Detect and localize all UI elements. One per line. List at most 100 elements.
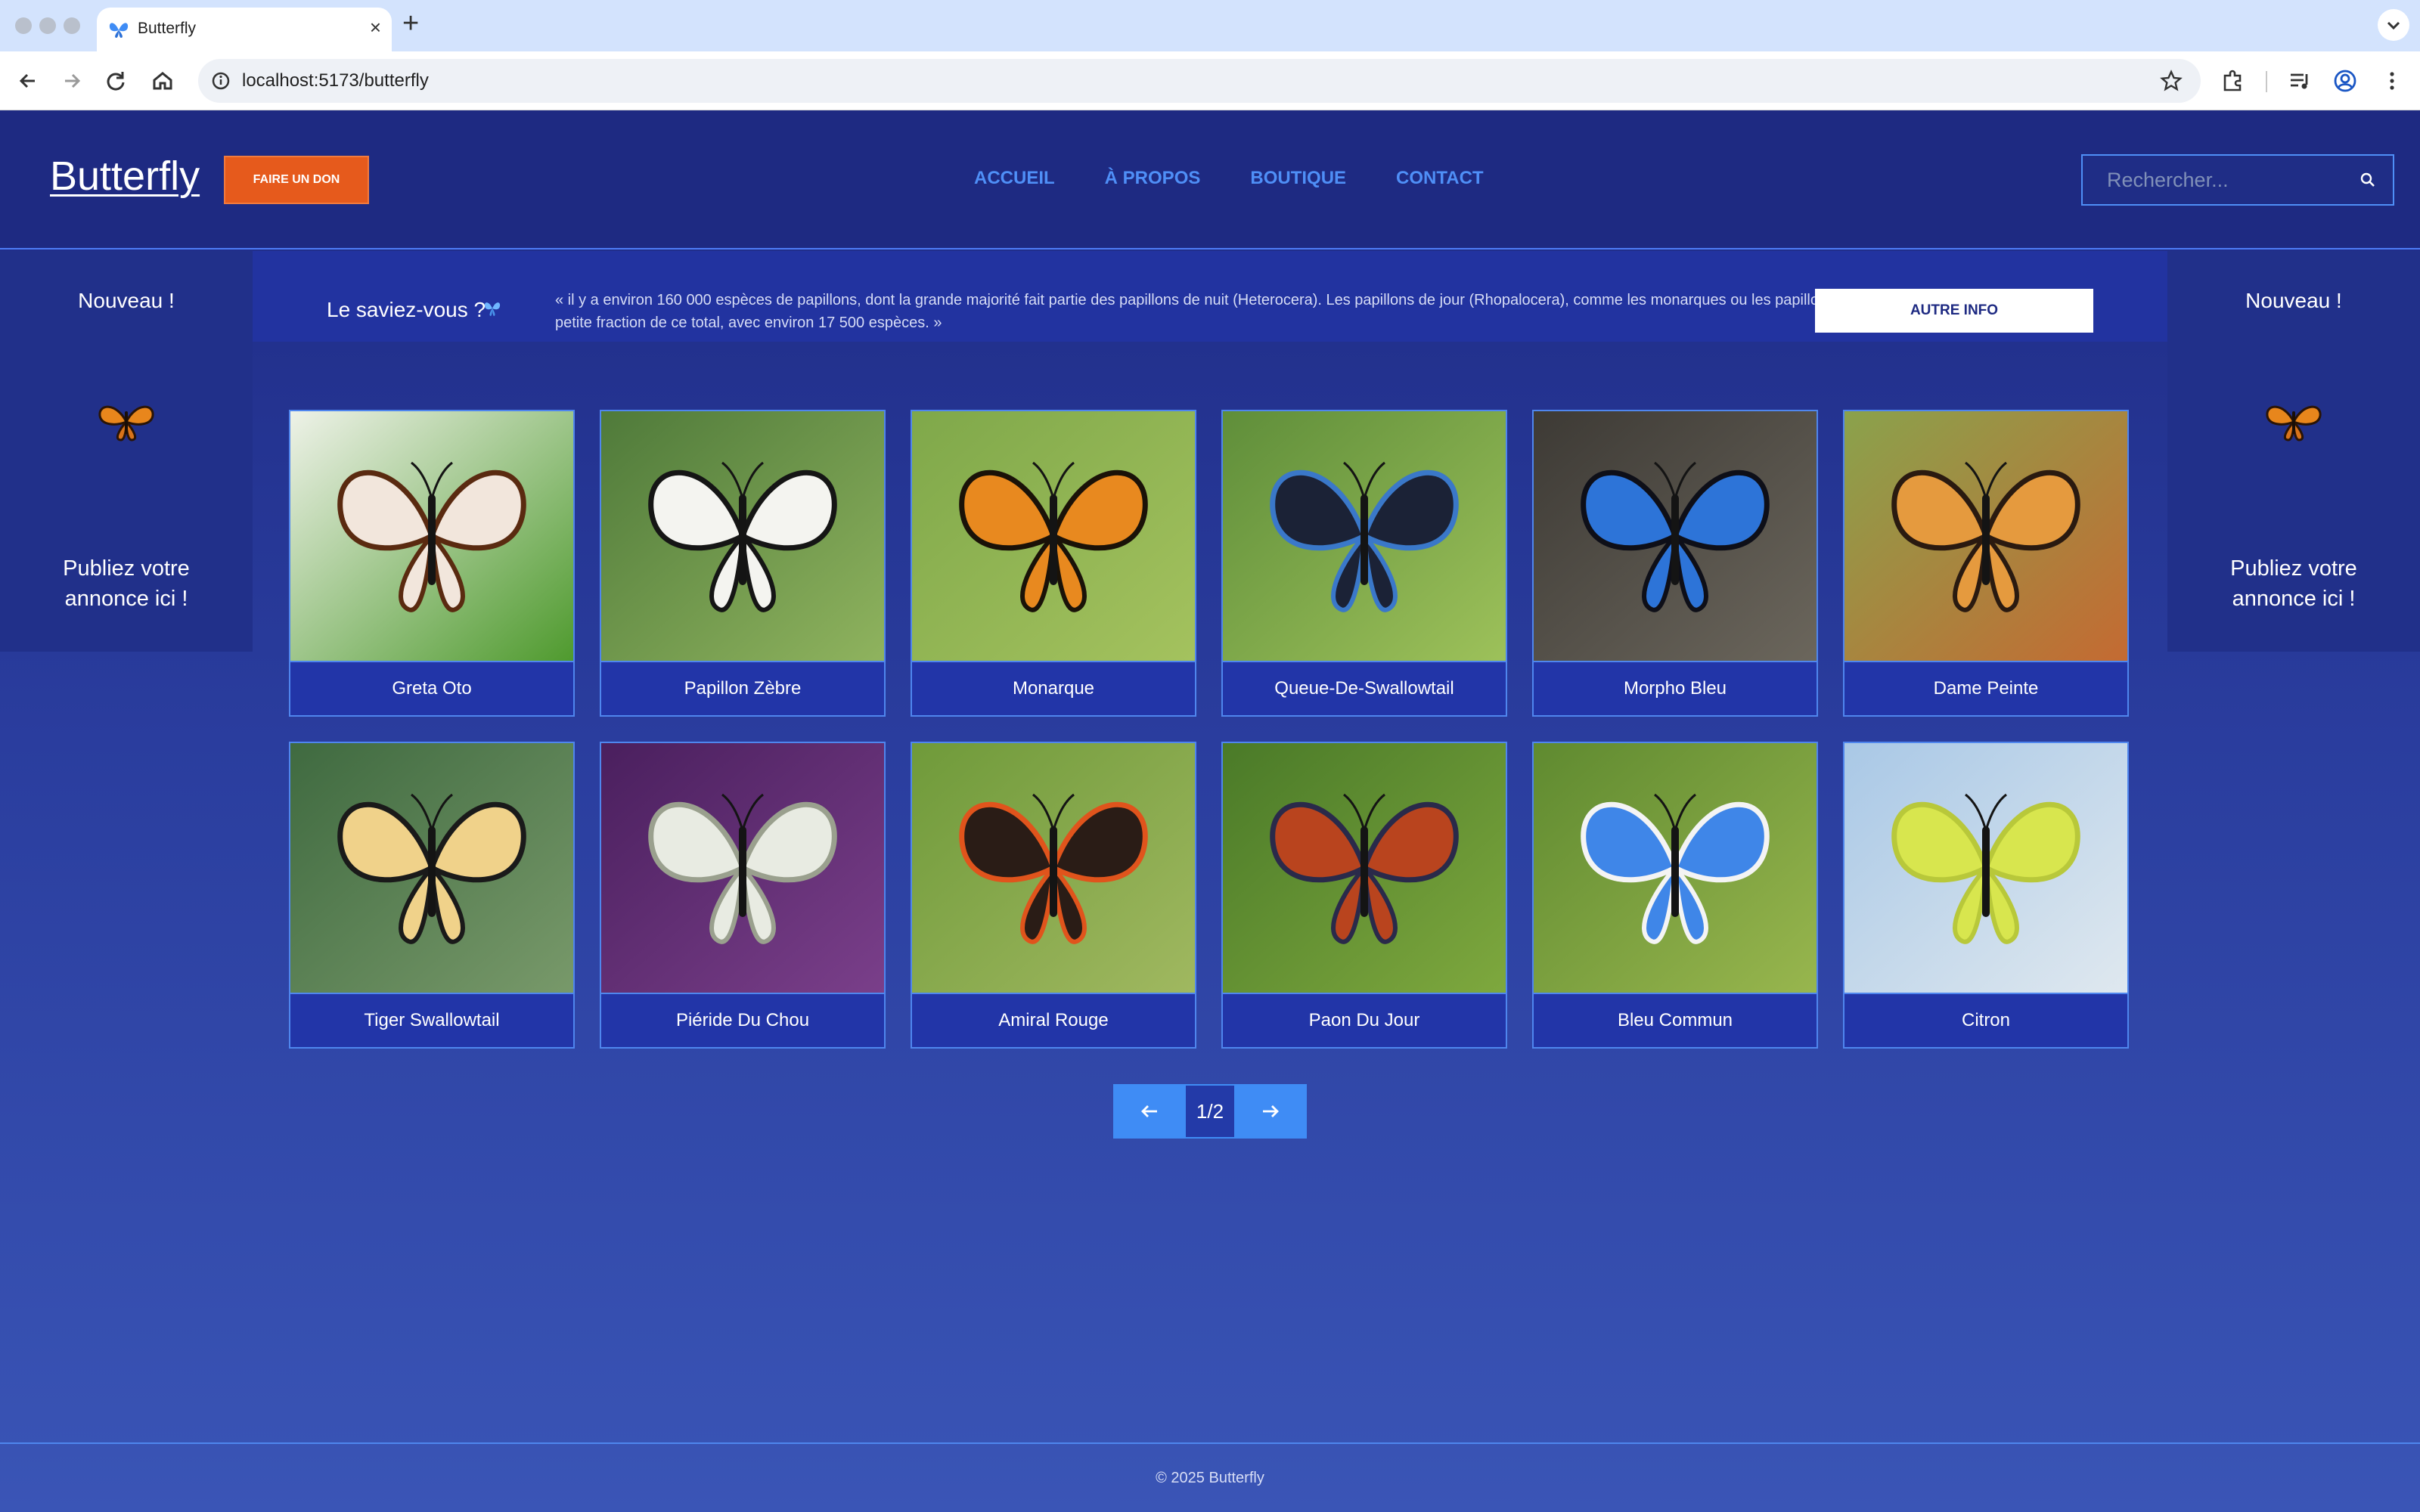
- fact-title: Le saviez-vous ?: [327, 298, 486, 321]
- butterfly-photo[interactable]: [601, 411, 884, 661]
- ad-left-text: Publiez votre annonce ici !: [63, 556, 190, 611]
- ad-left[interactable]: Nouveau ! Publiez votre annonce ici !: [0, 251, 253, 652]
- butterfly-name: Queue-De-Swallowtail: [1223, 661, 1506, 715]
- ad-left-title: Nouveau !: [78, 289, 175, 312]
- search-button[interactable]: [2343, 156, 2393, 204]
- butterfly-photo[interactable]: [1534, 743, 1817, 993]
- donate-button[interactable]: FAIRE UN DON: [224, 156, 369, 204]
- butterfly-illustration: [290, 743, 573, 993]
- butterfly-photo[interactable]: [290, 411, 573, 661]
- butterfly-name: Greta Oto: [290, 661, 573, 715]
- reload-icon[interactable]: [101, 67, 130, 95]
- butterfly-name: Monarque: [912, 661, 1195, 715]
- site-info-icon[interactable]: [210, 70, 231, 91]
- butterfly-photo[interactable]: [1223, 411, 1506, 661]
- nav-link-a-propos[interactable]: À PROPOS: [1105, 168, 1201, 189]
- page-indicator: 1/2: [1186, 1084, 1234, 1139]
- main-nav: ACCUEIL À PROPOS BOUTIQUE CONTACT: [974, 168, 1484, 189]
- browser-tab[interactable]: Butterfly ×: [97, 8, 392, 51]
- toolbar-separator: [2266, 71, 2267, 92]
- arrow-left-icon: [1141, 1105, 1157, 1117]
- pagination: 1/2: [1113, 1084, 1307, 1139]
- nav-link-accueil[interactable]: ACCUEIL: [974, 168, 1055, 189]
- butterfly-name: Citron: [1844, 993, 2127, 1047]
- nav-link-contact[interactable]: CONTACT: [1396, 168, 1484, 189]
- butterfly-photo[interactable]: [290, 743, 573, 993]
- butterfly-card[interactable]: Citron: [1843, 742, 2129, 1049]
- fact-banner: Le saviez-vous ? « il y a environ 160 00…: [253, 251, 2167, 342]
- butterfly-icon: [484, 302, 501, 316]
- butterfly-photo[interactable]: [1534, 411, 1817, 661]
- butterfly-card[interactable]: Bleu Commun: [1532, 742, 1818, 1049]
- butterfly-card[interactable]: Paon Du Jour: [1221, 742, 1507, 1049]
- page: Butterfly FAIRE UN DON ACCUEIL À PROPOS …: [0, 110, 2420, 1512]
- butterfly-photo[interactable]: [912, 411, 1195, 661]
- butterfly-card[interactable]: Papillon Zèbre: [600, 410, 886, 717]
- ad-right[interactable]: Nouveau ! Publiez votre annonce ici !: [2167, 251, 2420, 652]
- butterfly-name: Tiger Swallowtail: [290, 993, 573, 1047]
- site-header: Butterfly FAIRE UN DON ACCUEIL À PROPOS …: [0, 110, 2420, 249]
- footer-copyright: © 2025 Butterfly: [1156, 1469, 1264, 1486]
- chevron-down-icon: [2387, 21, 2400, 30]
- next-page-button[interactable]: [1234, 1084, 1307, 1139]
- butterfly-photo[interactable]: [1844, 743, 2127, 993]
- home-icon[interactable]: [148, 67, 177, 95]
- butterfly-illustration: [1223, 743, 1506, 993]
- butterfly-card[interactable]: Queue-De-Swallowtail: [1221, 410, 1507, 717]
- butterfly-illustration: [912, 743, 1195, 993]
- monarch-butterfly-icon: [98, 405, 154, 442]
- previous-page-button[interactable]: [1113, 1084, 1186, 1139]
- browser-menu-icon[interactable]: [2379, 68, 2405, 94]
- back-arrow-icon[interactable]: [14, 67, 42, 95]
- address-bar[interactable]: localhost:5173/butterfly: [198, 59, 2201, 103]
- search-icon: [2360, 172, 2375, 187]
- butterfly-illustration: [290, 411, 573, 661]
- tab-search-button[interactable]: [2378, 9, 2409, 41]
- butterfly-illustration: [1223, 411, 1506, 661]
- butterfly-illustration: [1844, 411, 2127, 661]
- butterfly-card[interactable]: Piéride Du Chou: [600, 742, 886, 1049]
- tab-close-icon[interactable]: ×: [370, 17, 381, 37]
- butterfly-illustration: [601, 411, 884, 661]
- butterfly-illustration: [601, 743, 884, 993]
- nav-link-boutique[interactable]: BOUTIQUE: [1250, 168, 1346, 189]
- butterfly-illustration: [1534, 743, 1817, 993]
- more-info-button[interactable]: AUTRE INFO: [1815, 289, 2093, 333]
- butterfly-name: Papillon Zèbre: [601, 661, 884, 715]
- window-zoom-dot[interactable]: [64, 17, 80, 34]
- browser-tabstrip: Butterfly × +: [0, 0, 2420, 51]
- butterfly-name: Piéride Du Chou: [601, 993, 884, 1047]
- butterfly-card[interactable]: Tiger Swallowtail: [289, 742, 575, 1049]
- window-close-dot[interactable]: [15, 17, 32, 34]
- butterfly-card[interactable]: Morpho Bleu: [1532, 410, 1818, 717]
- extensions-puzzle-icon[interactable]: [2220, 68, 2246, 94]
- search-input[interactable]: [2083, 156, 2338, 204]
- new-tab-icon[interactable]: +: [402, 9, 419, 38]
- butterfly-card[interactable]: Monarque: [911, 410, 1196, 717]
- butterfly-name: Amiral Rouge: [912, 993, 1195, 1047]
- butterfly-illustration: [912, 411, 1195, 661]
- butterfly-illustration: [1844, 743, 2127, 993]
- butterfly-name: Bleu Commun: [1534, 993, 1817, 1047]
- butterfly-name: Morpho Bleu: [1534, 661, 1817, 715]
- search-box: [2081, 154, 2394, 206]
- butterfly-card[interactable]: Dame Peinte: [1843, 410, 2129, 717]
- media-queue-icon[interactable]: [2287, 68, 2313, 94]
- butterfly-photo[interactable]: [912, 743, 1195, 993]
- butterfly-card[interactable]: Amiral Rouge: [911, 742, 1196, 1049]
- butterfly-photo[interactable]: [601, 743, 884, 993]
- butterfly-name: Paon Du Jour: [1223, 993, 1506, 1047]
- butterfly-photo[interactable]: [1223, 743, 1506, 993]
- forward-arrow-icon[interactable]: [57, 67, 86, 95]
- butterfly-photo[interactable]: [1844, 411, 2127, 661]
- window-minimize-dot[interactable]: [39, 17, 56, 34]
- site-logo[interactable]: Butterfly: [50, 153, 200, 200]
- butterfly-illustration: [1534, 411, 1817, 661]
- bookmark-star-icon[interactable]: [2160, 70, 2183, 92]
- tab-title: Butterfly: [138, 20, 197, 37]
- profile-avatar-icon[interactable]: [2332, 68, 2358, 94]
- butterfly-card[interactable]: Greta Oto: [289, 410, 575, 717]
- butterfly-favicon-icon: [109, 23, 129, 38]
- site-footer: © 2025 Butterfly: [0, 1442, 2420, 1512]
- ad-right-text: Publiez votre annonce ici !: [2230, 556, 2357, 611]
